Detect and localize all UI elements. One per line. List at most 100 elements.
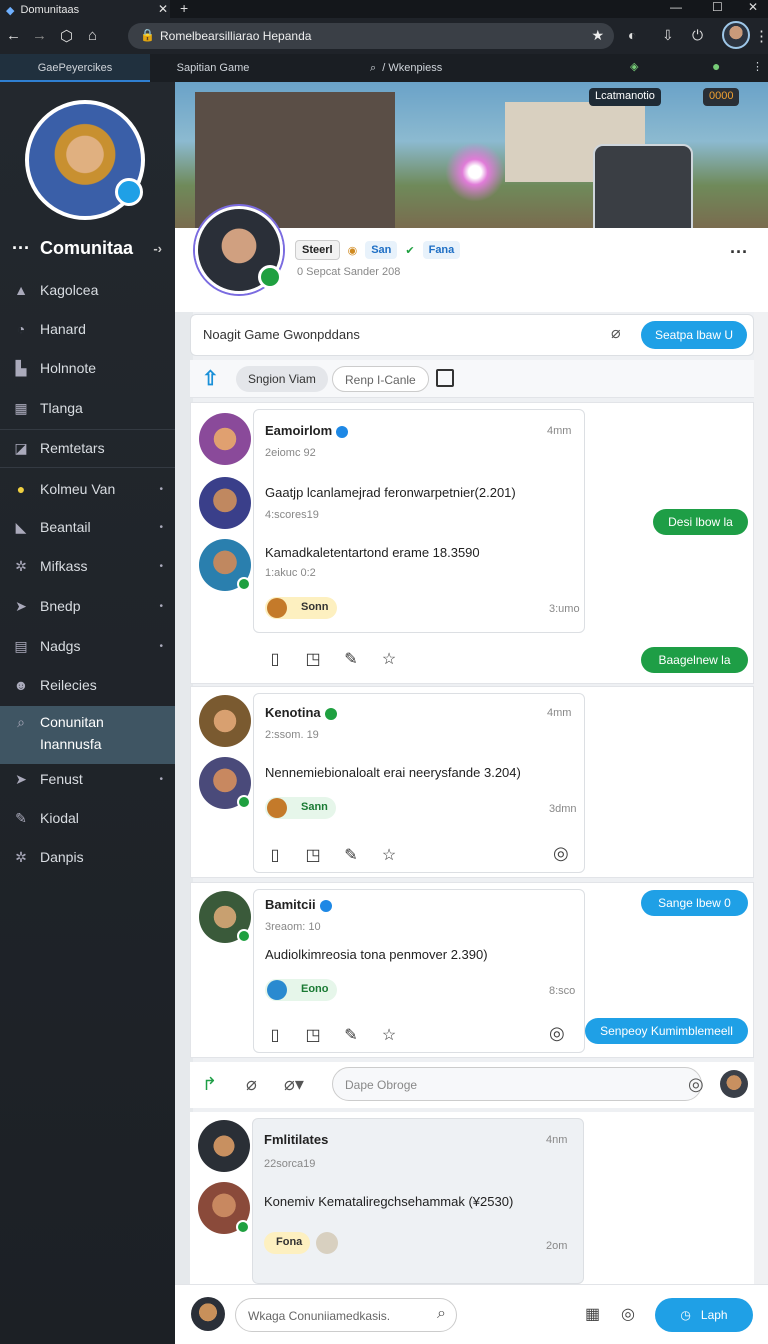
avatar[interactable]	[199, 757, 251, 809]
new-tab-button[interactable]: +	[180, 0, 188, 16]
maximize-icon[interactable]: ☐	[712, 0, 723, 14]
sidebar-item-2[interactable]: ◔ Hanard	[0, 310, 175, 348]
filter-chip[interactable]: Renp I-Canle	[332, 366, 429, 392]
profile-avatar[interactable]	[195, 206, 283, 294]
post-author[interactable]: Eamoirlom	[265, 423, 349, 438]
comment-icon[interactable]: ◳	[303, 1025, 323, 1045]
chat-bubble[interactable]: Sange lbew 0	[641, 890, 748, 916]
comment-icon[interactable]: ◳	[303, 649, 323, 669]
edit-icon[interactable]: ✎	[341, 1025, 361, 1045]
subtab-1[interactable]: GaePeyercikes	[0, 54, 150, 82]
edit-icon[interactable]: ✎	[341, 845, 361, 865]
link-icon[interactable]: ⌀	[246, 1074, 257, 1095]
attach-icon[interactable]: ⌀	[611, 323, 621, 343]
comment-icon[interactable]: ◳	[303, 845, 323, 865]
reload-icon[interactable]: ⬡	[60, 27, 73, 45]
current-user-avatar[interactable]	[191, 1297, 225, 1331]
bottom-action-button[interactable]: ◷ Laph	[655, 1298, 753, 1332]
timer-icon[interactable]: ◎	[621, 1304, 635, 1324]
upvote-icon[interactable]: ⇧	[202, 366, 219, 391]
profile-tag-1[interactable]: Steerl	[295, 240, 340, 260]
avatar[interactable]	[198, 1120, 250, 1172]
chat-bubble[interactable]: Senpeoy Kumimblemeell	[585, 1018, 748, 1044]
edit-icon[interactable]: ✎	[341, 649, 361, 669]
sidebar-item-7[interactable]: ◣ Beantail •	[0, 508, 175, 546]
filter-chip-selected[interactable]: Sngion Viam	[236, 366, 328, 392]
reaction-chip[interactable]: Sonn	[265, 597, 337, 619]
chat-bubble[interactable]: Baagelnew la	[641, 647, 748, 673]
more-options-icon[interactable]: ···	[730, 242, 748, 263]
tab-close-icon[interactable]: ✕	[158, 2, 168, 16]
avatar[interactable]	[198, 1182, 250, 1234]
upvote-icon[interactable]: ↱	[202, 1074, 217, 1095]
bookmark-icon[interactable]: ▯	[265, 1025, 285, 1045]
subtab-2[interactable]: Sapitian Game	[150, 54, 276, 82]
avatar[interactable]	[199, 891, 251, 943]
sidebar-title[interactable]: ··· Comunitaa -›	[12, 238, 162, 259]
bookmark-star-icon[interactable]: ★	[591, 27, 604, 44]
bottom-search-input[interactable]: Wkaga Conuniiamedkasis. ⌕	[235, 1298, 457, 1332]
search-icon[interactable]: ⌕	[437, 1305, 446, 1323]
bookmark-icon[interactable]: ▯	[265, 845, 285, 865]
extension-icon[interactable]: ◐	[628, 27, 636, 43]
browser-menu-icon[interactable]: ⋮	[754, 27, 768, 45]
game-icon[interactable]: ◈	[630, 60, 638, 73]
avatar[interactable]	[199, 477, 251, 529]
post-body: Kamadkaletentartond erame 18.3590	[265, 545, 480, 560]
subtab-3[interactable]: ⌕ / Wkenpiess	[370, 54, 490, 82]
reaction-chip[interactable]: Fona	[264, 1232, 311, 1254]
more-icon[interactable]: ⋮	[752, 60, 763, 73]
sidebar-item-14[interactable]: ✎ Kiodal	[0, 799, 175, 837]
star-icon[interactable]: ☆	[379, 649, 399, 669]
emoji-icon[interactable]: ◎	[549, 1023, 565, 1044]
reply-avatar[interactable]	[720, 1070, 748, 1098]
download-icon[interactable]: ⇩	[662, 27, 674, 44]
home-icon[interactable]: ⌂	[88, 27, 97, 44]
composer-submit-button[interactable]: Seatpa lbaw U	[641, 321, 747, 349]
sidebar-item-9[interactable]: ➤ Bnedp •	[0, 587, 175, 625]
post-author[interactable]: Fmlitilates	[264, 1132, 328, 1147]
window-close-icon[interactable]: ✕	[748, 0, 758, 14]
layout-icon[interactable]	[436, 369, 454, 387]
post-author[interactable]: Kenotina	[265, 705, 337, 720]
avatar[interactable]	[199, 413, 251, 465]
reaction-chip[interactable]: Eono	[265, 979, 337, 1001]
post-author[interactable]: Bamitcii	[265, 897, 332, 912]
emoji-icon[interactable]: ◎	[688, 1074, 704, 1095]
sidebar-item-13[interactable]: ➤ Fenust •	[0, 760, 175, 798]
sidebar-avatar[interactable]	[25, 100, 145, 220]
chat-bubble[interactable]: Desi lbow la	[653, 509, 748, 535]
emoji-icon[interactable]: ◎	[553, 843, 569, 864]
minimize-icon[interactable]: —	[670, 0, 682, 14]
sidebar-item-6[interactable]: ● Kolmeu Van •	[0, 470, 175, 508]
sidebar-item-5[interactable]: ◪ Remtetars	[0, 429, 175, 467]
browser-profile-avatar[interactable]	[722, 21, 750, 49]
post-composer[interactable]: Noagit Game Gwonpddans ⌀ Seatpa lbaw U	[190, 314, 754, 356]
forward-icon[interactable]: →	[32, 27, 47, 44]
sidebar-item-3[interactable]: ▙ Holnnote	[0, 349, 175, 387]
star-icon[interactable]: ☆	[379, 1025, 399, 1045]
bookmark-icon[interactable]: ▯	[265, 649, 285, 669]
reply-input[interactable]: Dape Obroge	[332, 1067, 702, 1101]
browser-tab[interactable]: ◆ Domunitaas ✕	[0, 0, 170, 18]
sidebar-item-15[interactable]: ✲ Danpis	[0, 838, 175, 876]
sidebar-item-8[interactable]: ✲ Mifkass •	[0, 547, 175, 585]
sidebar-item-4[interactable]: ▦ Tlanga	[0, 389, 175, 427]
power-icon[interactable]: ⏻	[692, 27, 703, 44]
profile-tag-3[interactable]: Fana	[422, 241, 461, 259]
calendar-icon[interactable]: ▦	[585, 1304, 600, 1324]
attach-icon[interactable]: ⌀▾	[284, 1074, 304, 1095]
back-icon[interactable]: ←	[6, 27, 21, 44]
sidebar-item-11[interactable]: ☻ Reilecies	[0, 666, 175, 704]
url-bar[interactable]: 🔒 Romelbearsilliarao Hepanda ★	[128, 23, 614, 49]
collapse-icon[interactable]: -›	[153, 241, 162, 256]
sidebar-item-10[interactable]: ▤ Nadgs •	[0, 627, 175, 665]
avatar[interactable]	[199, 539, 251, 591]
status-icon[interactable]: ●	[712, 58, 720, 74]
profile-tag-2[interactable]: San	[365, 241, 398, 259]
avatar[interactable]	[199, 695, 251, 747]
sidebar-item-12[interactable]: ⌕ Conunitan Inannusfa	[0, 706, 175, 764]
reaction-chip[interactable]: Sann	[265, 797, 336, 819]
star-icon[interactable]: ☆	[379, 845, 399, 865]
sidebar-item-1[interactable]: ▲ Kagolcea	[0, 271, 175, 309]
